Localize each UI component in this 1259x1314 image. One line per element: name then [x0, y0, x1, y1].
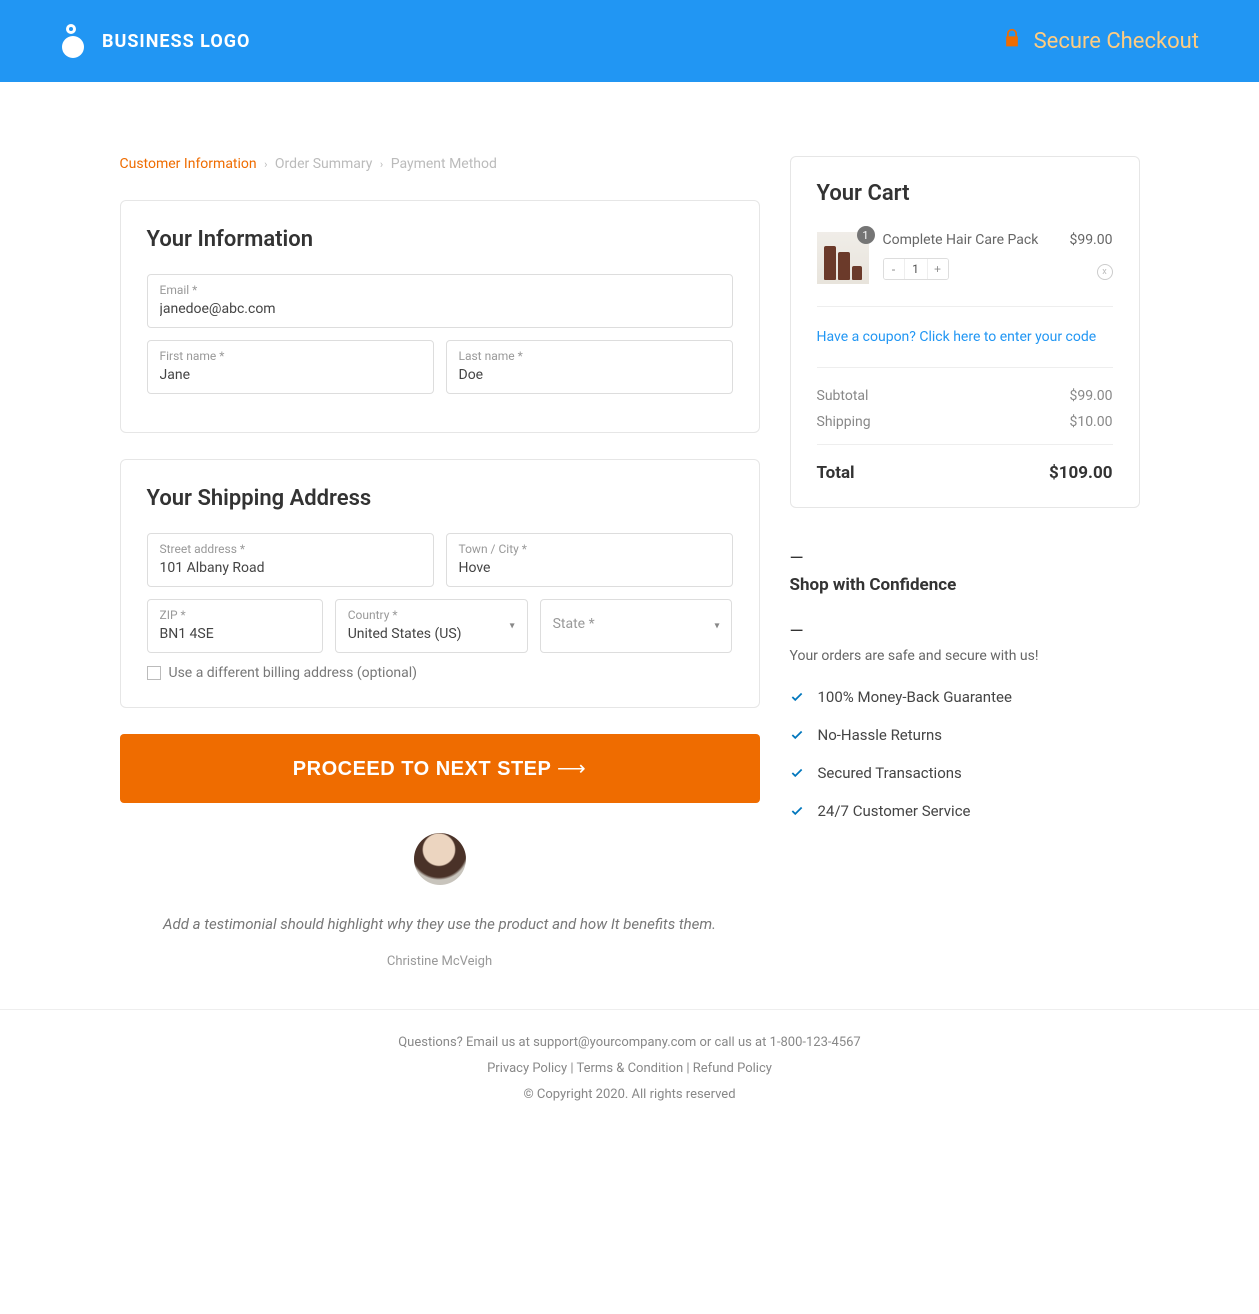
- confidence-section: — Shop with Confidence — Your orders are…: [790, 548, 1140, 820]
- benefit-item: No-Hassle Returns: [790, 726, 1140, 744]
- privacy-link[interactable]: Privacy Policy: [487, 1061, 567, 1076]
- street-label: Street address *: [160, 542, 421, 556]
- secure-checkout: Secure Checkout: [1002, 26, 1199, 56]
- item-thumb-wrap: 1: [817, 232, 869, 284]
- benefit-item: 24/7 Customer Service: [790, 802, 1140, 820]
- benefit-text: 100% Money-Back Guarantee: [818, 688, 1012, 706]
- street-field[interactable]: Street address *: [147, 533, 434, 587]
- logo-text: BUSINESS LOGO: [102, 31, 250, 52]
- coupon-link[interactable]: Have a coupon? Click here to enter your …: [817, 329, 1113, 368]
- breadcrumb-customer-info[interactable]: Customer Information: [120, 156, 257, 172]
- city-field[interactable]: Town / City *: [446, 533, 733, 587]
- item-name: Complete Hair Care Pack: [883, 232, 1056, 248]
- benefit-item: Secured Transactions: [790, 764, 1140, 782]
- last-name-input[interactable]: [459, 367, 720, 383]
- different-billing-label: Use a different billing address (optiona…: [169, 665, 418, 681]
- confidence-sub: Your orders are safe and secure with us!: [790, 648, 1140, 664]
- your-information-panel: Your Information Email * First name * La…: [120, 200, 760, 433]
- remove-item-button[interactable]: x: [1097, 264, 1113, 280]
- shipping-address-panel: Your Shipping Address Street address * T…: [120, 459, 760, 708]
- shipping-value: $10.00: [1069, 414, 1112, 430]
- city-input[interactable]: [459, 560, 720, 576]
- terms-link[interactable]: Terms & Condition: [577, 1061, 687, 1076]
- last-name-label: Last name *: [459, 349, 720, 363]
- arrow-right-icon: ⟶: [557, 758, 586, 780]
- footer-copyright: © Copyright 2020. All rights reserved: [20, 1082, 1239, 1108]
- subtotal-label: Subtotal: [817, 388, 869, 404]
- breadcrumb-order-summary[interactable]: Order Summary: [275, 156, 372, 172]
- testimonial: Add a testimonial should highlight why t…: [120, 833, 760, 969]
- benefit-text: No-Hassle Returns: [818, 726, 943, 744]
- testimonial-quote: Add a testimonial should highlight why t…: [160, 913, 720, 936]
- qty-stepper: - 1 +: [883, 258, 949, 280]
- subtotal-value: $99.00: [1069, 388, 1112, 404]
- benefit-item: 100% Money-Back Guarantee: [790, 688, 1140, 706]
- check-icon: [790, 804, 804, 818]
- zip-label: ZIP *: [160, 608, 310, 622]
- qty-badge: 1: [857, 226, 875, 244]
- avatar: [414, 833, 466, 885]
- cart-panel: Your Cart 1 Complete Hair Care Pack - 1: [790, 156, 1140, 508]
- logo-icon: [60, 24, 90, 58]
- different-billing-checkbox[interactable]: [147, 666, 161, 680]
- zip-input[interactable]: [160, 626, 310, 642]
- first-name-label: First name *: [160, 349, 421, 363]
- chevron-right-icon: ›: [380, 158, 383, 171]
- shipping-label: Shipping: [817, 414, 871, 430]
- breadcrumb: Customer Information › Order Summary › P…: [120, 156, 760, 172]
- header: BUSINESS LOGO Secure Checkout: [0, 0, 1259, 82]
- info-heading: Your Information: [147, 227, 733, 252]
- lock-icon: [1002, 26, 1022, 56]
- proceed-button[interactable]: PROCEED TO NEXT STEP ⟶: [120, 734, 760, 803]
- proceed-label: PROCEED TO NEXT STEP: [293, 758, 551, 780]
- dash-icon: —: [790, 621, 1140, 642]
- qty-value: 1: [904, 259, 928, 279]
- country-value: United States (US): [348, 626, 515, 642]
- footer: Questions? Email us at support@yourcompa…: [0, 1010, 1259, 1128]
- dash-icon: —: [790, 548, 1140, 569]
- check-icon: [790, 690, 804, 704]
- state-label: State *: [553, 616, 720, 632]
- cart-item: 1 Complete Hair Care Pack - 1 + $99.00 x: [817, 232, 1113, 307]
- shipping-heading: Your Shipping Address: [147, 486, 733, 511]
- footer-contact: Questions? Email us at support@yourcompa…: [20, 1030, 1239, 1056]
- benefit-text: Secured Transactions: [818, 764, 962, 782]
- chevron-right-icon: ›: [264, 158, 267, 171]
- total-label: Total: [817, 463, 855, 483]
- city-label: Town / City *: [459, 542, 720, 556]
- zip-field[interactable]: ZIP *: [147, 599, 323, 653]
- total-value: $109.00: [1049, 463, 1112, 483]
- footer-links: Privacy Policy | Terms & Condition | Ref…: [20, 1056, 1239, 1082]
- country-label: Country *: [348, 608, 515, 622]
- email-input[interactable]: [160, 301, 720, 317]
- item-price: $99.00: [1069, 232, 1112, 248]
- qty-minus-button[interactable]: -: [884, 259, 904, 279]
- total-row: Total $109.00: [817, 463, 1113, 483]
- confidence-heading: Shop with Confidence: [790, 575, 1140, 595]
- qty-plus-button[interactable]: +: [928, 259, 948, 279]
- first-name-input[interactable]: [160, 367, 421, 383]
- cart-heading: Your Cart: [817, 181, 1113, 206]
- subtotal-row: Subtotal $99.00: [817, 388, 1113, 404]
- different-billing-row[interactable]: Use a different billing address (optiona…: [147, 665, 733, 681]
- country-select[interactable]: Country * United States (US): [335, 599, 528, 653]
- secure-text: Secure Checkout: [1034, 29, 1199, 54]
- first-name-field[interactable]: First name *: [147, 340, 434, 394]
- support-email-link[interactable]: support@yourcompany.com: [533, 1035, 696, 1050]
- logo[interactable]: BUSINESS LOGO: [60, 24, 250, 58]
- last-name-field[interactable]: Last name *: [446, 340, 733, 394]
- shipping-row: Shipping $10.00: [817, 414, 1113, 430]
- email-field[interactable]: Email *: [147, 274, 733, 328]
- benefit-text: 24/7 Customer Service: [818, 802, 971, 820]
- street-input[interactable]: [160, 560, 421, 576]
- support-phone: 1-800-123-4567: [770, 1035, 861, 1050]
- testimonial-author: Christine McVeigh: [160, 954, 720, 969]
- email-label: Email *: [160, 283, 720, 297]
- state-select[interactable]: State *: [540, 599, 733, 653]
- check-icon: [790, 766, 804, 780]
- check-icon: [790, 728, 804, 742]
- breadcrumb-payment[interactable]: Payment Method: [391, 156, 497, 172]
- refund-link[interactable]: Refund Policy: [693, 1061, 772, 1076]
